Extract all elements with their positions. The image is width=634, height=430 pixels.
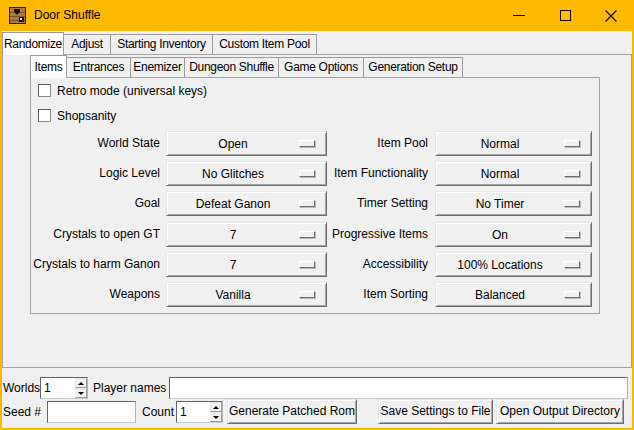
- accessibility-dropdown[interactable]: 100% Locations: [435, 252, 592, 277]
- timer-setting-label: Timer Setting: [240, 191, 428, 216]
- tab-items[interactable]: Items: [30, 55, 67, 78]
- retro-mode-checkbox[interactable]: [38, 84, 51, 97]
- generate-patched-rom-button[interactable]: Generate Patched Rom: [227, 399, 357, 424]
- worlds-label: Worlds: [3, 377, 40, 399]
- main-tab-bar: Randomize Adjust Starting Inventory Cust…: [2, 32, 317, 54]
- player-names-label: Player names: [93, 377, 166, 399]
- door-icon: [9, 7, 26, 24]
- shopsanity-checkbox[interactable]: [38, 109, 51, 122]
- tab-game-options[interactable]: Game Options: [278, 57, 364, 77]
- worlds-spin-down[interactable]: [75, 388, 87, 398]
- count-label: Count: [142, 401, 174, 423]
- count-spin-up[interactable]: [210, 402, 222, 412]
- minimize-button[interactable]: [496, 0, 542, 31]
- menu-indicator: [564, 231, 580, 238]
- maximize-icon: [560, 10, 571, 21]
- goal-label: Goal: [10, 191, 160, 216]
- count-spinbox[interactable]: 1: [176, 401, 223, 423]
- maximize-button[interactable]: [542, 0, 588, 31]
- accessibility-label: Accessibility: [240, 252, 428, 277]
- tab-adjust[interactable]: Adjust: [63, 34, 111, 54]
- sub-tab-bar: Items Entrances Enemizer Dungeon Shuffle…: [30, 55, 463, 77]
- window-title: Door Shuffle: [34, 0, 101, 31]
- tab-randomize[interactable]: Randomize: [2, 32, 64, 55]
- item-sorting-label: Item Sorting: [240, 282, 428, 307]
- seed-input[interactable]: [47, 401, 136, 423]
- menu-indicator: [564, 291, 580, 298]
- item-sorting-dropdown[interactable]: Balanced: [435, 282, 592, 307]
- tab-starting-inventory[interactable]: Starting Inventory: [110, 34, 213, 54]
- progressive-items-label: Progressive Items: [240, 222, 428, 247]
- crystals-gt-label: Crystals to open GT: [10, 222, 160, 247]
- item-pool-dropdown[interactable]: Normal: [435, 131, 592, 156]
- arrow-up-icon: [78, 382, 84, 385]
- menu-indicator: [564, 170, 580, 177]
- crystals-ganon-label: Crystals to harm Ganon: [10, 252, 160, 277]
- close-button[interactable]: [588, 0, 634, 31]
- close-icon: [605, 10, 617, 22]
- tab-enemizer[interactable]: Enemizer: [130, 57, 185, 77]
- item-functionality-dropdown[interactable]: Normal: [435, 161, 592, 186]
- tab-dungeon-shuffle[interactable]: Dungeon Shuffle: [184, 57, 279, 77]
- seed-label: Seed #: [3, 401, 41, 423]
- progressive-items-dropdown[interactable]: On: [435, 222, 592, 247]
- menu-indicator: [564, 200, 580, 207]
- tab-custom-item-pool[interactable]: Custom Item Pool: [212, 34, 317, 54]
- player-names-input[interactable]: [169, 377, 628, 399]
- worlds-spinbox[interactable]: 1: [40, 377, 88, 399]
- worlds-spin-up[interactable]: [75, 378, 87, 388]
- item-pool-label: Item Pool: [240, 131, 428, 156]
- item-functionality-label: Item Functionality: [240, 161, 428, 186]
- retro-mode-label[interactable]: Retro mode (universal keys): [57, 84, 207, 98]
- logic-level-label: Logic Level: [10, 161, 160, 186]
- minimize-icon: [513, 15, 525, 16]
- weapons-label: Weapons: [10, 282, 160, 307]
- open-output-directory-button[interactable]: Open Output Directory: [496, 399, 624, 424]
- title-bar: Door Shuffle: [0, 0, 634, 31]
- arrow-down-icon: [78, 392, 84, 395]
- count-spin-down[interactable]: [210, 412, 222, 422]
- arrow-down-icon: [213, 416, 219, 419]
- menu-indicator: [564, 261, 580, 268]
- shopsanity-label[interactable]: Shopsanity: [57, 109, 116, 123]
- save-settings-button[interactable]: Save Settings to File: [378, 399, 493, 424]
- world-state-label: World State: [10, 131, 160, 156]
- timer-setting-dropdown[interactable]: No Timer: [435, 191, 592, 216]
- arrow-up-icon: [213, 406, 219, 409]
- tab-entrances[interactable]: Entrances: [66, 57, 131, 77]
- menu-indicator: [564, 140, 580, 147]
- tab-generation-setup[interactable]: Generation Setup: [363, 57, 463, 77]
